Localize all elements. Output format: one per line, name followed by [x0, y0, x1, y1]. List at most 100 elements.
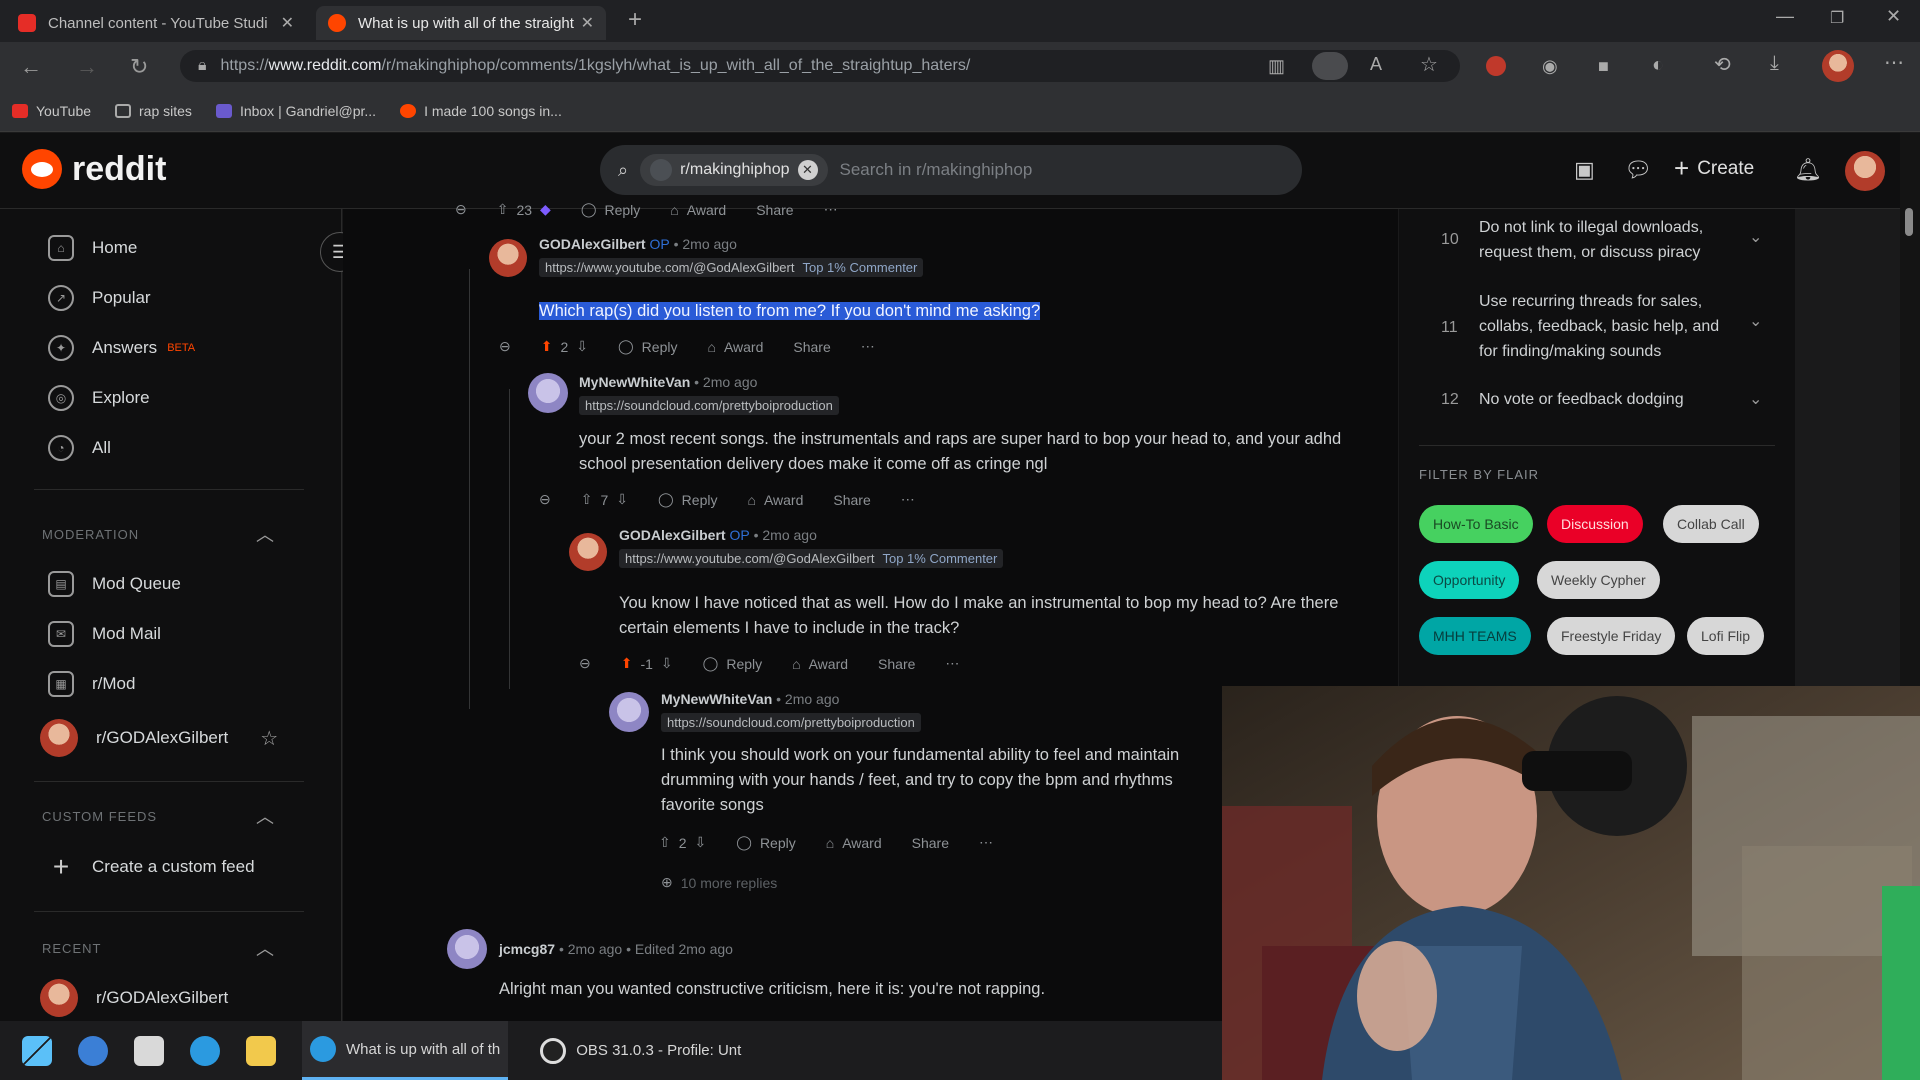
upvote-icon[interactable]: ⇧ — [497, 201, 509, 218]
award-button[interactable]: ⌂ Award — [826, 835, 882, 851]
comment-author[interactable]: MyNewWhiteVan • 2mo ago — [661, 691, 839, 707]
comment-author[interactable]: jcmcg87 • 2mo ago • Edited 2mo ago — [499, 941, 733, 957]
sidebar-item-explore[interactable]: ◎ Explore — [48, 385, 150, 411]
extensions-icon[interactable]: ■ — [1598, 56, 1609, 77]
taskbar-app-obs[interactable]: OBS 31.0.3 - Profile: Unt — [532, 1021, 749, 1080]
award-button[interactable]: ⌂ Award — [747, 492, 803, 508]
comment-avatar[interactable] — [489, 239, 527, 277]
extension-icon[interactable] — [1486, 56, 1506, 76]
advertise-icon[interactable]: ▣ — [1574, 157, 1595, 183]
comment-avatar[interactable] — [569, 533, 607, 571]
flair-filter-pill[interactable]: Discussion — [1547, 505, 1643, 543]
profile-avatar[interactable] — [1822, 50, 1854, 82]
comment-avatar[interactable] — [528, 373, 568, 413]
close-tab-icon[interactable]: ✕ — [581, 13, 594, 33]
tab-reddit-post[interactable]: What is up with all of the straight ✕ — [316, 6, 606, 40]
refresh-icon[interactable]: ↻ — [130, 54, 148, 80]
clear-chip-icon[interactable]: ✕ — [797, 160, 818, 180]
downvote-icon[interactable]: ⇩ — [661, 655, 673, 672]
chevron-down-icon[interactable]: ⌄ — [1749, 225, 1762, 250]
favorite-star-icon[interactable]: ☆ — [1420, 52, 1438, 77]
more-replies-link[interactable]: ⊕ 10 more replies — [661, 874, 777, 891]
flair-filter-pill[interactable]: Weekly Cypher — [1537, 561, 1660, 599]
chevron-down-icon[interactable]: ⌄ — [1749, 309, 1762, 334]
create-button[interactable]: + Create — [1674, 153, 1754, 184]
create-custom-feed[interactable]: + Create a custom feed — [48, 851, 255, 883]
upvote-icon[interactable]: ⬆ — [541, 338, 553, 355]
reddit-logo[interactable]: reddit — [22, 149, 166, 189]
bookmark-inbox[interactable]: Inbox | Gandriel@pr... — [215, 103, 376, 119]
chevron-up-icon[interactable]: ︿ — [256, 803, 274, 829]
history-icon[interactable]: ⟲ — [1714, 52, 1731, 77]
collapse-icon[interactable]: ⊖ — [579, 655, 591, 672]
close-tab-icon[interactable]: ✕ — [281, 13, 294, 33]
taskbar-app-edge[interactable]: What is up with all of th — [302, 1021, 509, 1080]
share-button[interactable]: Share — [793, 339, 830, 355]
search-icon[interactable] — [78, 1035, 108, 1066]
comment-avatar[interactable] — [447, 929, 487, 969]
upvote-icon[interactable]: ⬆ — [621, 655, 633, 672]
minimize-icon[interactable]: — — [1776, 6, 1794, 27]
sidebar-item-popular[interactable]: ↗ Popular — [48, 285, 151, 311]
reply-button[interactable]: ◯ Reply — [618, 338, 677, 355]
reply-button[interactable]: ◯ Reply — [658, 491, 717, 508]
sidebar-item-community[interactable]: r/GODAlexGilbert ☆ — [40, 719, 278, 757]
task-view-icon[interactable] — [134, 1035, 164, 1066]
recent-item-community[interactable]: r/GODAlexGilbert — [40, 979, 228, 1017]
flair-filter-pill[interactable]: Opportunity — [1419, 561, 1520, 599]
flair-filter-pill[interactable]: How-To Basic — [1419, 505, 1533, 543]
notifications-bell-icon[interactable]: 🔔︎ — [1794, 157, 1822, 183]
tracking-prevention-icon[interactable] — [1312, 52, 1348, 80]
back-icon[interactable]: ← — [20, 54, 42, 80]
share-button[interactable]: Share — [878, 656, 915, 672]
more-options-icon[interactable]: ⋯ — [861, 338, 875, 355]
search-input[interactable]: Search in r/makinghiphop — [840, 160, 1033, 180]
collections-icon[interactable]: ◐ — [1652, 54, 1664, 77]
user-avatar[interactable] — [1845, 151, 1885, 191]
edge-icon[interactable] — [190, 1035, 220, 1066]
downvote-icon[interactable]: ⇩ — [576, 338, 588, 355]
reply-button[interactable]: ◯ Reply — [581, 201, 640, 218]
upvote-icon[interactable]: ⇧ — [581, 491, 593, 508]
more-options-icon[interactable]: ⋯ — [945, 655, 959, 672]
comment-author[interactable]: MyNewWhiteVan • 2mo ago — [579, 374, 757, 390]
sidebar-item-answers[interactable]: ✦ Answers BETA — [48, 335, 195, 361]
chevron-down-icon[interactable]: ⌄ — [1749, 387, 1762, 412]
tab-youtube-studio[interactable]: Channel content - YouTube Studi ✕ — [6, 6, 306, 40]
share-button[interactable]: Share — [912, 835, 949, 851]
more-menu-icon[interactable]: ⋯ — [1884, 50, 1904, 75]
star-icon[interactable]: ☆ — [260, 726, 278, 751]
flair-filter-pill[interactable]: MHH TEAMS — [1419, 617, 1531, 655]
sidebar-item-r-mod[interactable]: ▦ r/Mod — [48, 671, 135, 697]
comment-avatar[interactable] — [609, 692, 649, 732]
more-options-icon[interactable]: ⋯ — [824, 201, 838, 218]
award-button[interactable]: ⌂ Award — [707, 339, 763, 355]
flair-filter-pill[interactable]: Collab Call — [1663, 505, 1759, 543]
forward-icon[interactable]: → — [76, 54, 98, 80]
bookmark-songs[interactable]: I made 100 songs in... — [400, 103, 562, 119]
upvote-icon[interactable]: ⇧ — [659, 834, 671, 851]
comment-author[interactable]: GODAlexGilbert OP • 2mo ago — [539, 236, 737, 252]
sidebar-item-mod-mail[interactable]: ✉ Mod Mail — [48, 621, 161, 647]
flair-filter-pill[interactable]: Lofi Flip — [1687, 617, 1765, 655]
chevron-up-icon[interactable]: ︿ — [256, 935, 274, 961]
downvote-icon[interactable]: ⇩ — [616, 491, 628, 508]
scrollbar-thumb[interactable] — [1905, 208, 1913, 236]
share-button[interactable]: Share — [833, 492, 870, 508]
search-bar[interactable]: ⌕ r/makinghiphop ✕ Search in r/makinghip… — [600, 145, 1302, 195]
comment-author[interactable]: GODAlexGilbert OP • 2mo ago — [619, 527, 817, 543]
extension-icon[interactable]: ◉ — [1542, 56, 1558, 77]
new-tab-icon[interactable]: + — [628, 6, 642, 34]
immersive-reader-icon[interactable]: ▥ — [1268, 56, 1285, 77]
download-icon[interactable]: ⤓ — [1770, 52, 1779, 75]
downvote-icon[interactable]: ⇩ — [695, 834, 707, 851]
sidebar-item-mod-queue[interactable]: ▤ Mod Queue — [48, 571, 181, 597]
reply-button[interactable]: ◯ Reply — [703, 655, 762, 672]
subreddit-chip[interactable]: r/makinghiphop ✕ — [640, 154, 828, 186]
chat-icon[interactable]: 💬︎ — [1624, 157, 1652, 183]
chevron-up-icon[interactable]: ︿ — [256, 521, 274, 547]
file-explorer-icon[interactable] — [246, 1035, 276, 1066]
bookmark-rap-sites[interactable]: rap sites — [115, 103, 192, 119]
more-options-icon[interactable]: ⋯ — [901, 491, 915, 508]
sidebar-item-all[interactable]: ◔ All — [48, 435, 111, 461]
